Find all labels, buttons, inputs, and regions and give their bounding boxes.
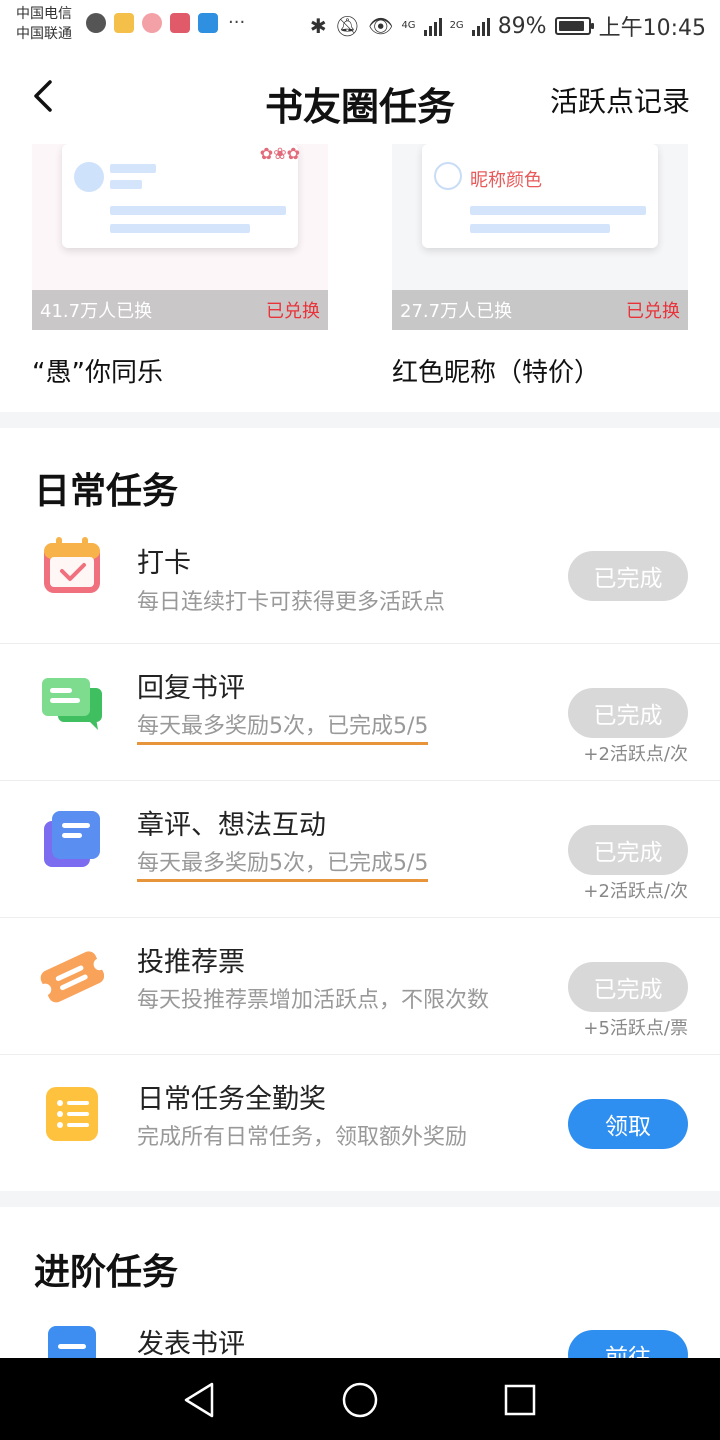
calendar-check-icon [40, 533, 104, 597]
battery-fill [558, 21, 584, 31]
network-type-label: 4G [401, 20, 416, 31]
reward-title: 红色昵称（特价） [392, 358, 601, 388]
carrier-info: 中国电信 中国联通 [16, 4, 72, 44]
task-description: 每天投推荐票增加活跃点，不限次数 [137, 988, 490, 1013]
claim-button[interactable]: 领取 [568, 1099, 688, 1149]
task-title: 打卡 [137, 548, 191, 579]
preview-mockup: 昵称颜色 [422, 144, 658, 248]
task-title: 回复书评 [137, 673, 245, 704]
chat-bubble-icon [40, 670, 104, 734]
task-progress-description: 每天最多奖励5次，已完成5/5 [137, 845, 429, 882]
redeemed-badge: 已兑换 [626, 301, 680, 322]
nav-home-button[interactable] [340, 1380, 380, 1420]
notification-icons: ··· [86, 12, 245, 33]
redeem-count: 27.7万人已换 [400, 301, 513, 322]
nickname-color-label: 昵称颜色 [470, 170, 542, 191]
system-nav-bar [0, 1358, 720, 1440]
app-header: 书友圈任务 活跃点记录 [0, 50, 720, 144]
clown-decoration-icon: ✿❀✿ [259, 144, 300, 163]
reward-preview-image: ✿❀✿ 41.7万人已换 已兑换 [32, 144, 328, 330]
battery-percent: 89% [497, 13, 547, 39]
mute-icon: 🔕︎ [334, 14, 361, 38]
bluetooth-icon: ✱ [309, 14, 327, 38]
reward-card[interactable]: ✿❀✿ 41.7万人已换 已兑换 “愚”你同乐 [32, 144, 328, 389]
advanced-tasks-heading: 进阶任务 [34, 1252, 179, 1293]
task-row: 回复书评 每天最多奖励5次，已完成5/5 已完成 +2活跃点/次 [0, 644, 720, 781]
app-notification-icon [170, 12, 190, 33]
triangle-back-icon [184, 1382, 214, 1418]
reward-preview-image: 昵称颜色 27.7万人已换 已兑换 [392, 144, 688, 330]
activity-record-link[interactable]: 活跃点记录 [550, 80, 690, 120]
task-row: 日常任务全勤奖 完成所有日常任务，领取额外奖励 领取 [0, 1055, 720, 1192]
reward-title: “愚”你同乐 [32, 358, 163, 388]
task-description: 每日连续打卡可获得更多活跃点 [137, 590, 446, 615]
redeemed-badge: 已兑换 [266, 301, 320, 322]
completed-button[interactable]: 已完成 [568, 825, 688, 875]
task-title: 章评、想法互动 [137, 810, 326, 841]
task-description: 完成所有日常任务，领取额外奖励 [137, 1125, 468, 1150]
reward-stats-bar: 27.7万人已换 已兑换 [392, 290, 688, 330]
completed-button[interactable]: 已完成 [568, 551, 688, 601]
signal-icon [423, 16, 442, 36]
nav-recents-button[interactable] [500, 1380, 540, 1420]
reward-points-note: +2活跃点/次 [583, 744, 688, 765]
redeem-count: 41.7万人已换 [40, 301, 153, 322]
square-recents-icon [504, 1384, 536, 1416]
reward-stats-bar: 41.7万人已换 已兑换 [32, 290, 328, 330]
signal-icon [471, 16, 490, 36]
task-title: 投推荐票 [137, 947, 245, 978]
reward-points-note: +5活跃点/票 [583, 1018, 688, 1039]
task-progress-description: 每天最多奖励5次，已完成5/5 [137, 708, 429, 745]
task-title: 日常任务全勤奖 [137, 1084, 326, 1115]
app-notification-icon [198, 12, 218, 33]
section-divider [0, 412, 720, 428]
eye-icon: 👁︎ [368, 14, 394, 38]
app-notification-icon [142, 12, 162, 33]
carrier-2: 中国联通 [16, 26, 72, 42]
battery-icon [554, 17, 594, 35]
carrier-1: 中国电信 [16, 6, 72, 22]
status-indicators: ✱ 🔕︎ 👁︎ 4G 2G 89% 上午10:45 [310, 10, 706, 42]
completed-button[interactable]: 已完成 [568, 688, 688, 738]
shield-icon [86, 12, 106, 33]
app-notification-icon [114, 12, 134, 33]
task-row: 投推荐票 每天投推荐票增加活跃点，不限次数 已完成 +5活跃点/票 [0, 918, 720, 1055]
reward-points-note: +2活跃点/次 [583, 881, 688, 902]
circle-home-icon [342, 1382, 378, 1418]
document-stack-icon [40, 807, 104, 871]
user-icon [434, 162, 462, 190]
ticket-icon [39, 944, 106, 1008]
section-divider [0, 1191, 720, 1207]
reward-card[interactable]: 昵称颜色 27.7万人已换 已兑换 红色昵称（特价） [392, 144, 688, 389]
task-row: 章评、想法互动 每天最多奖励5次，已完成5/5 已完成 +2活跃点/次 [0, 781, 720, 918]
clock: 上午10:45 [598, 16, 706, 41]
task-title: 发表书评 [137, 1329, 245, 1360]
network-type-label: 2G [449, 20, 464, 31]
status-bar: 中国电信 中国联通 ··· ✱ 🔕︎ 👁︎ 4G 2G 89% 上午10:45 [0, 0, 720, 50]
list-icon [40, 1081, 104, 1145]
more-icon: ··· [228, 12, 246, 33]
nav-back-button[interactable] [180, 1380, 220, 1420]
reward-cards: ✿❀✿ 41.7万人已换 已兑换 “愚”你同乐 昵称颜色 27.7万人已换 已兑… [0, 144, 720, 412]
task-row: 打卡 每日连续打卡可获得更多活跃点 已完成 [0, 507, 720, 644]
completed-button[interactable]: 已完成 [568, 962, 688, 1012]
